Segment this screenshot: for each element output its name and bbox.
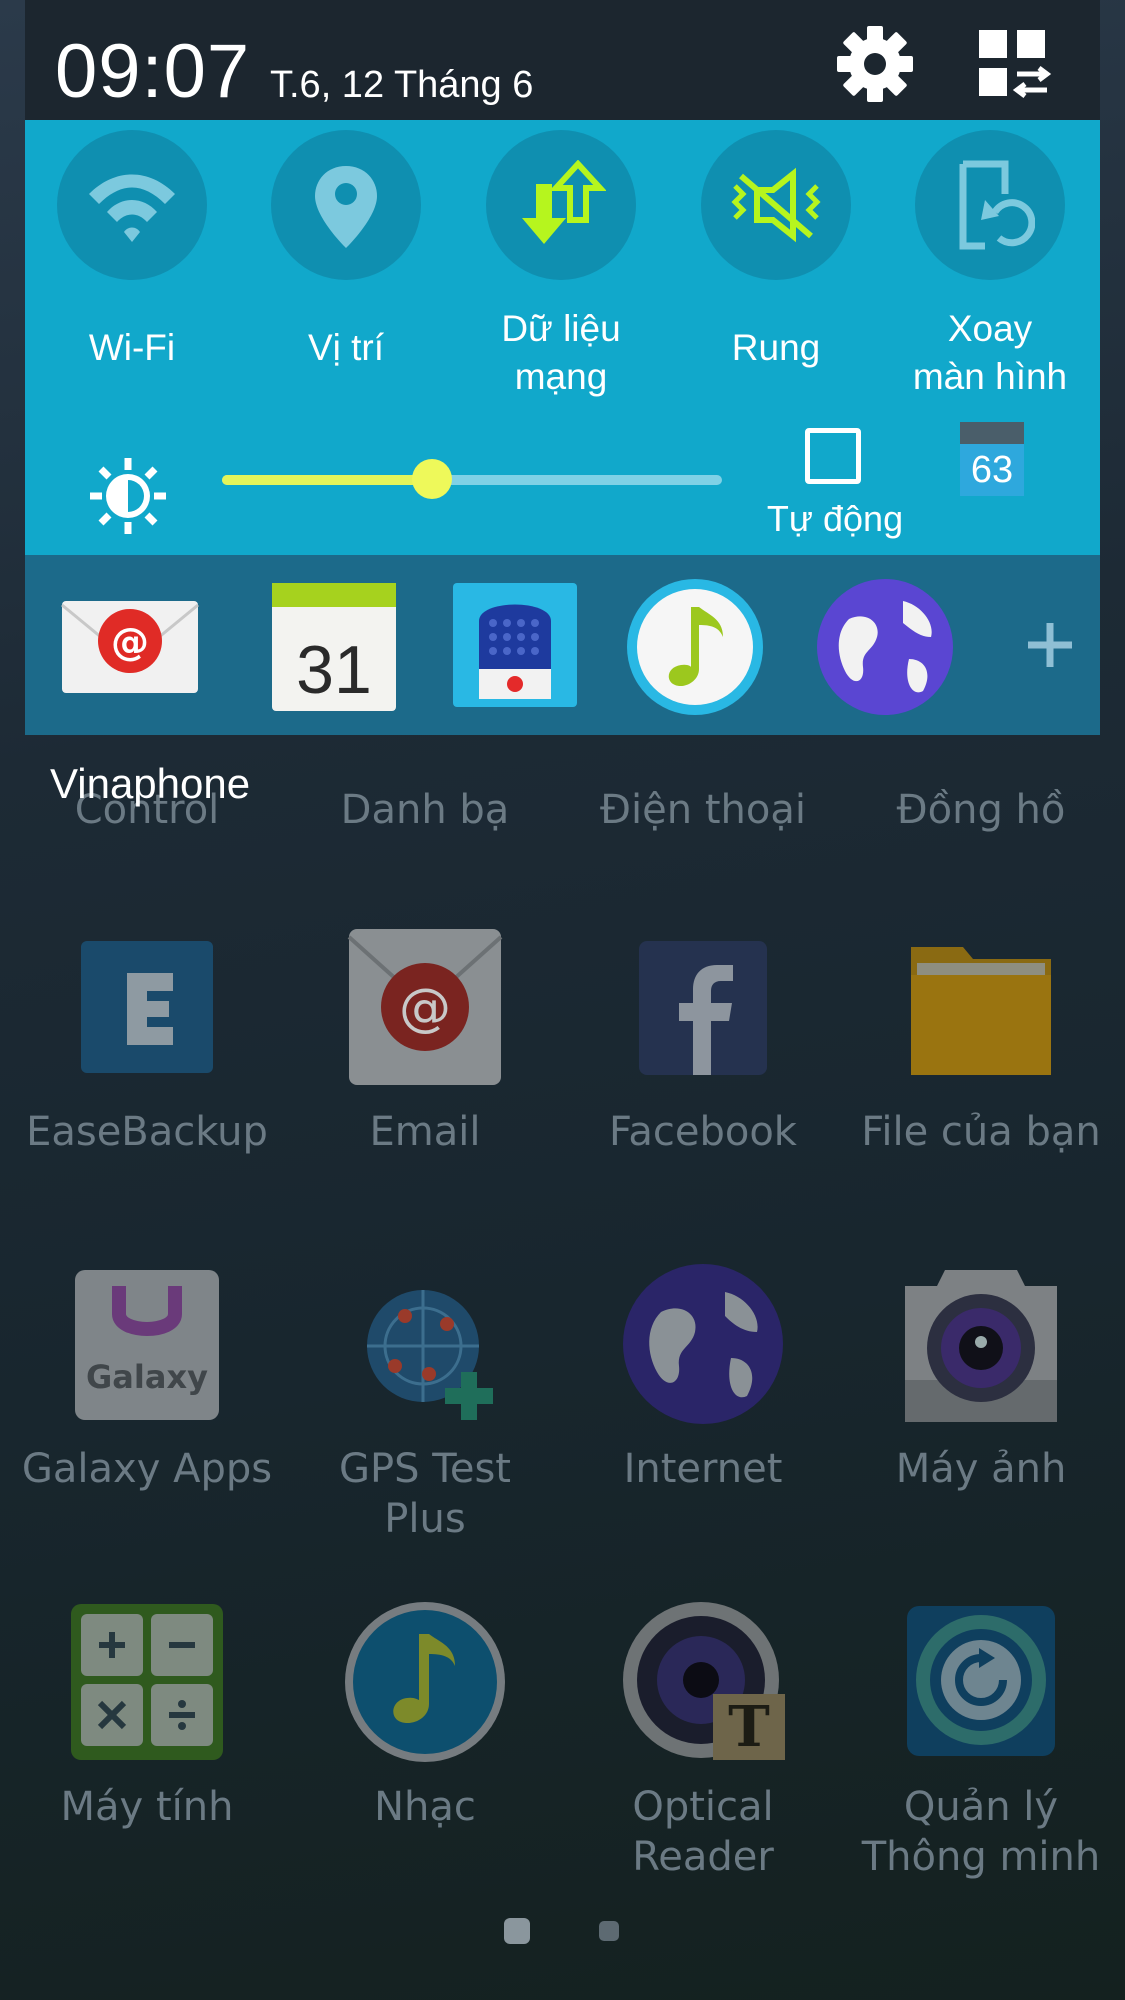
- page-indicator-current[interactable]: [504, 1918, 530, 1944]
- svg-text:T: T: [728, 1694, 770, 1760]
- smart-manager-icon: [899, 1600, 1063, 1764]
- data-arrows-icon: [522, 160, 606, 244]
- easebackup-icon: [65, 925, 229, 1089]
- vibrate-icon: [731, 167, 821, 243]
- quick-toggle-label: Rung: [731, 327, 821, 368]
- music-icon: [627, 579, 763, 715]
- plus-icon: [1028, 623, 1072, 667]
- gps-radar-icon: [343, 1262, 507, 1426]
- add-shortcut-button[interactable]: [1010, 605, 1090, 685]
- svg-text:@: @: [111, 620, 149, 664]
- gear-icon: [837, 26, 913, 102]
- email-icon: @: [343, 925, 507, 1089]
- date: T.6, 12 Tháng 6: [270, 64, 534, 106]
- brightness-slider-fill: [222, 475, 432, 485]
- optical-reader-icon: T: [621, 1600, 785, 1764]
- shortcut-bar: @ 31: [25, 555, 1100, 735]
- app-label: Internet: [623, 1446, 783, 1492]
- auto-brightness-checkbox[interactable]: [805, 428, 861, 484]
- app-label: Đồng hồ: [896, 787, 1066, 833]
- carrier-name: Vinaphone: [50, 760, 251, 807]
- clock: 09:07: [55, 29, 251, 114]
- shortcut-music[interactable]: [625, 577, 765, 717]
- voice-recorder-icon: [453, 583, 577, 707]
- shortcut-calendar[interactable]: 31: [260, 577, 400, 717]
- brightness-level-value: 63: [960, 444, 1024, 496]
- app-label: Máy tính: [60, 1784, 234, 1830]
- app-label: Optical Reader: [632, 1784, 774, 1880]
- edit-quick-settings-button[interactable]: [973, 24, 1053, 104]
- internet-icon: [817, 579, 953, 715]
- galaxy-apps-icon: Galaxy: [65, 1262, 229, 1426]
- wifi-icon: [89, 174, 175, 242]
- app-label: Máy ảnh: [895, 1446, 1067, 1492]
- brightness-level-badge: 63: [960, 422, 1024, 496]
- quick-toggle-label: Xoay màn hình: [912, 308, 1068, 397]
- app-label: File của bạn: [861, 1109, 1101, 1155]
- quick-toggle-label: Dữ liệu mạng: [501, 308, 621, 397]
- quick-settings: Wi-Fi Vị trí Dữ liệu mạng Rung Xoay màn …: [25, 120, 1100, 555]
- settings-button[interactable]: [835, 24, 915, 104]
- music-icon: [343, 1600, 507, 1764]
- calendar-day: 31: [296, 632, 372, 708]
- shortcut-voice-recorder[interactable]: [445, 577, 585, 717]
- app-label: Nhạc: [374, 1784, 476, 1830]
- auto-brightness-label: Tự động: [766, 498, 904, 539]
- camera-icon: [899, 1262, 1063, 1426]
- calculator-icon: [65, 1600, 229, 1764]
- quick-toggle-label: Wi-Fi: [88, 327, 176, 368]
- grid-edit-icon: [979, 30, 1052, 98]
- shortcut-internet[interactable]: [815, 577, 955, 717]
- app-label: Điện thoại: [600, 787, 806, 833]
- brightness-slider-thumb[interactable]: [412, 459, 452, 499]
- calendar-icon: 31: [272, 583, 396, 711]
- facebook-icon: [621, 925, 785, 1089]
- shortcut-email[interactable]: @: [60, 577, 200, 717]
- galaxy-icon-text: Galaxy: [86, 1358, 208, 1396]
- rotate-screen-icon: [959, 160, 1035, 250]
- status-bar: 09:07 T.6, 12 Tháng 6: [25, 0, 1100, 120]
- globe-icon: [621, 1262, 785, 1426]
- app-label: Quản lý Thông minh: [861, 1784, 1101, 1880]
- svg-text:@: @: [399, 978, 451, 1038]
- quick-toggle-label: Vị trí: [307, 327, 385, 368]
- page-indicator[interactable]: [599, 1921, 619, 1941]
- app-label: GPS Test Plus: [339, 1446, 511, 1542]
- folder-icon: [899, 925, 1063, 1089]
- location-pin-icon: [315, 166, 377, 248]
- app-label: Danh bạ: [340, 787, 510, 833]
- app-label: EaseBackup: [26, 1109, 268, 1155]
- brightness-icon: [90, 458, 166, 534]
- email-icon: @: [61, 601, 199, 693]
- brightness-slider[interactable]: [222, 459, 722, 499]
- app-label: Galaxy Apps: [21, 1446, 273, 1492]
- app-label: Email: [369, 1109, 481, 1155]
- app-label: Facebook: [609, 1109, 797, 1155]
